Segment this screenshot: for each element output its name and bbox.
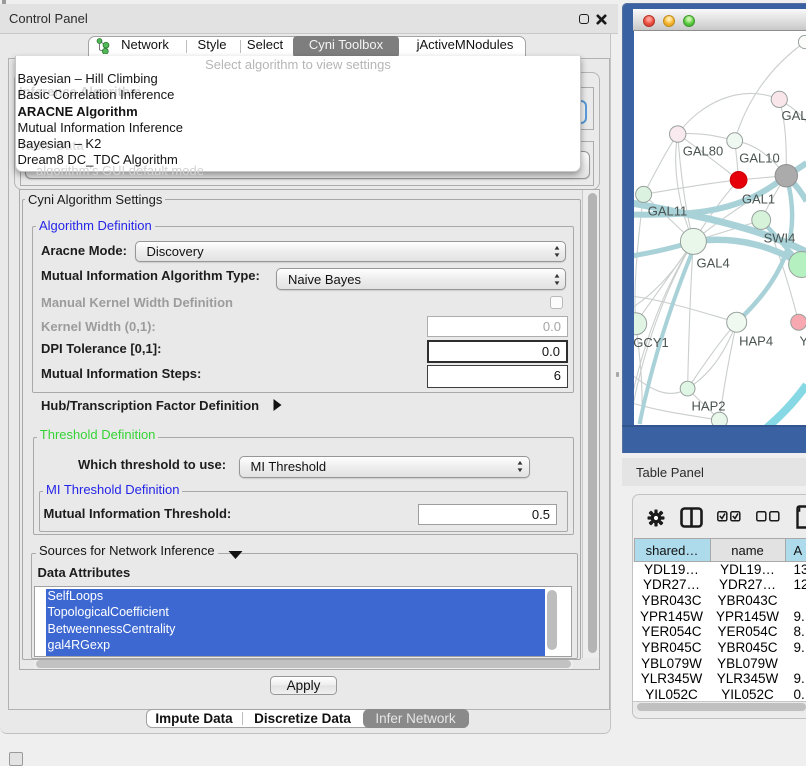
svg-text:Y: Y: [799, 334, 806, 349]
svg-text:HAP2: HAP2: [691, 398, 725, 413]
svg-text:GAL4: GAL4: [696, 256, 729, 271]
svg-text:GAL80: GAL80: [682, 144, 722, 159]
svg-text:HAP4: HAP4: [739, 334, 773, 349]
svg-text:GCY1: GCY1: [634, 335, 669, 350]
svg-text:SWI4: SWI4: [763, 231, 795, 246]
svg-text:GAL10: GAL10: [739, 151, 779, 166]
svg-text:GAL1: GAL1: [741, 192, 774, 207]
svg-text:GAL11: GAL11: [647, 204, 687, 219]
svg-text:GAL7: GAL7: [781, 108, 806, 123]
